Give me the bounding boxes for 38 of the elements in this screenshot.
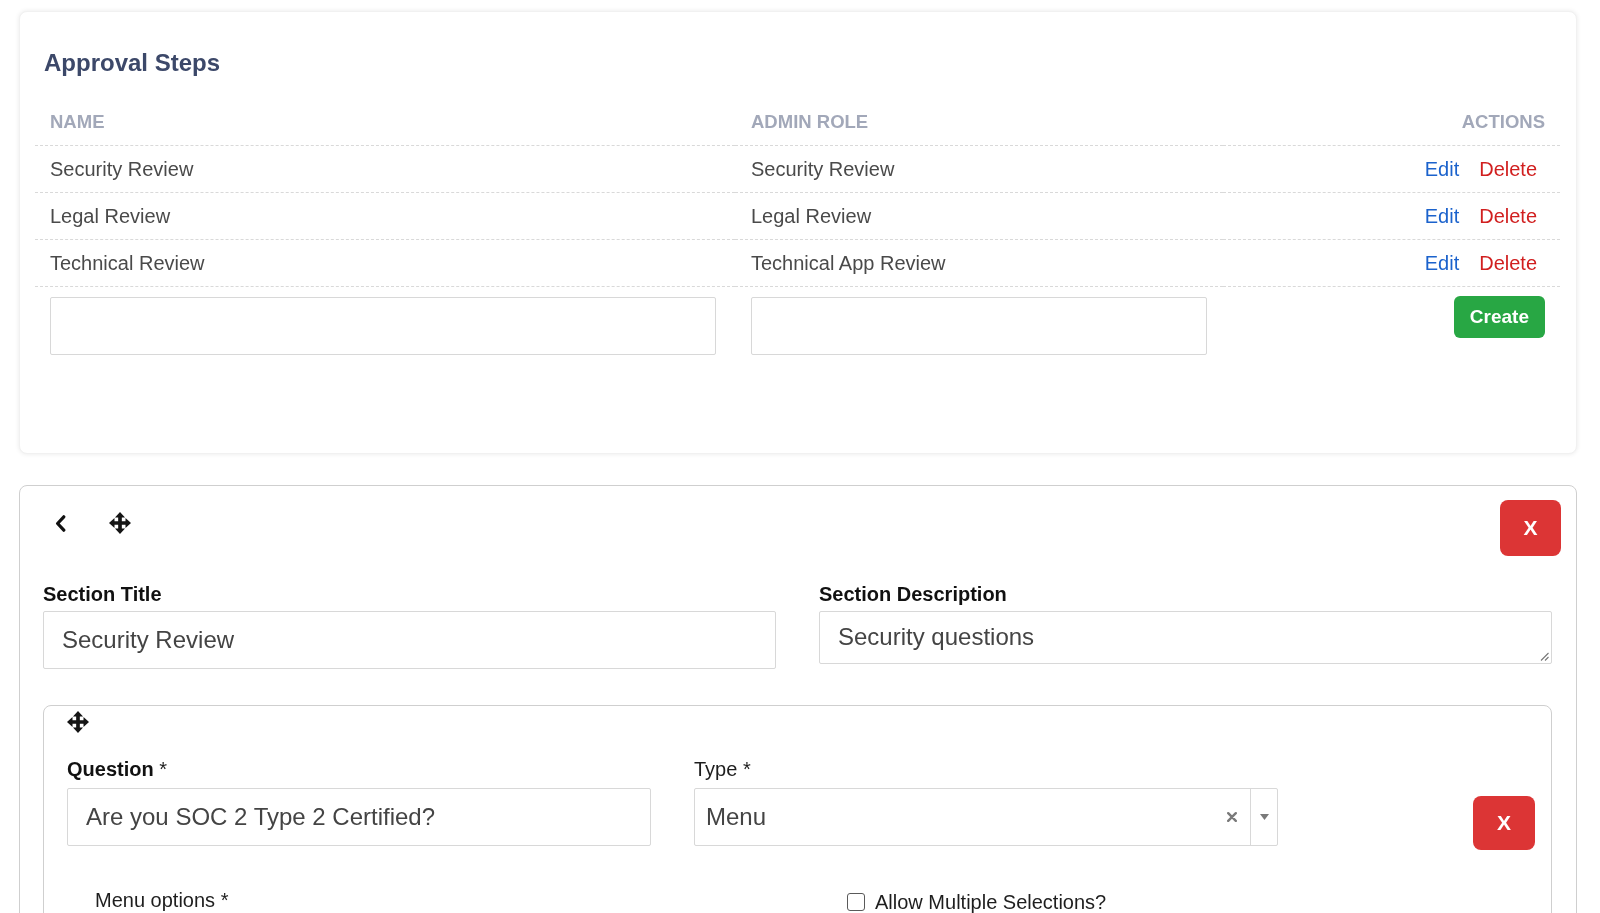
field-label: Section Title (43, 583, 162, 605)
caret-icon[interactable] (1259, 814, 1269, 820)
admin-role: Legal Review (751, 204, 872, 228)
clear-icon[interactable] (1227, 812, 1237, 822)
field-label: Menu options * (95, 889, 229, 911)
step-name: Security Review (50, 157, 194, 181)
field-label: Question* (67, 758, 167, 780)
column-header: ACTIONS (1461, 111, 1545, 133)
delete-link[interactable]: Delete (1479, 204, 1537, 228)
admin-role: Technical App Review (751, 251, 946, 275)
move-icon[interactable] (67, 711, 89, 733)
field-label: Type * (694, 758, 751, 780)
edit-link[interactable]: Edit (1424, 251, 1460, 275)
section-title-input[interactable]: Security Review (43, 611, 776, 669)
checkbox-label: Allow Multiple Selections? (875, 891, 1107, 913)
create-button[interactable]: Create (1453, 296, 1545, 338)
field-label: Section Description (819, 583, 1007, 605)
back-chevron-icon[interactable] (55, 514, 66, 532)
admin-role: Security Review (751, 157, 895, 181)
column-header: ADMIN ROLE (751, 111, 869, 133)
name-input[interactable] (50, 297, 716, 355)
move-icon[interactable] (109, 512, 131, 534)
delete-link[interactable]: Delete (1479, 157, 1537, 181)
admin-role-input[interactable] (751, 297, 1207, 355)
edit-link[interactable]: Edit (1424, 157, 1460, 181)
remove-question-button[interactable]: X (1473, 796, 1535, 850)
card-title: Approval Steps (44, 49, 221, 77)
checkbox[interactable] (847, 893, 865, 911)
section-description-textarea[interactable]: Security questions (819, 611, 1552, 664)
edit-link[interactable]: Edit (1424, 204, 1460, 228)
type-select[interactable]: Menu (694, 788, 1278, 846)
remove-section-button[interactable]: X (1500, 500, 1561, 556)
column-header: NAME (50, 111, 105, 133)
question-input[interactable]: Are you SOC 2 Type 2 Certified? (67, 788, 651, 846)
step-name: Technical Review (50, 251, 205, 275)
step-name: Legal Review (50, 204, 171, 228)
resize-grip-icon[interactable] (1540, 652, 1549, 661)
delete-link[interactable]: Delete (1479, 251, 1537, 275)
